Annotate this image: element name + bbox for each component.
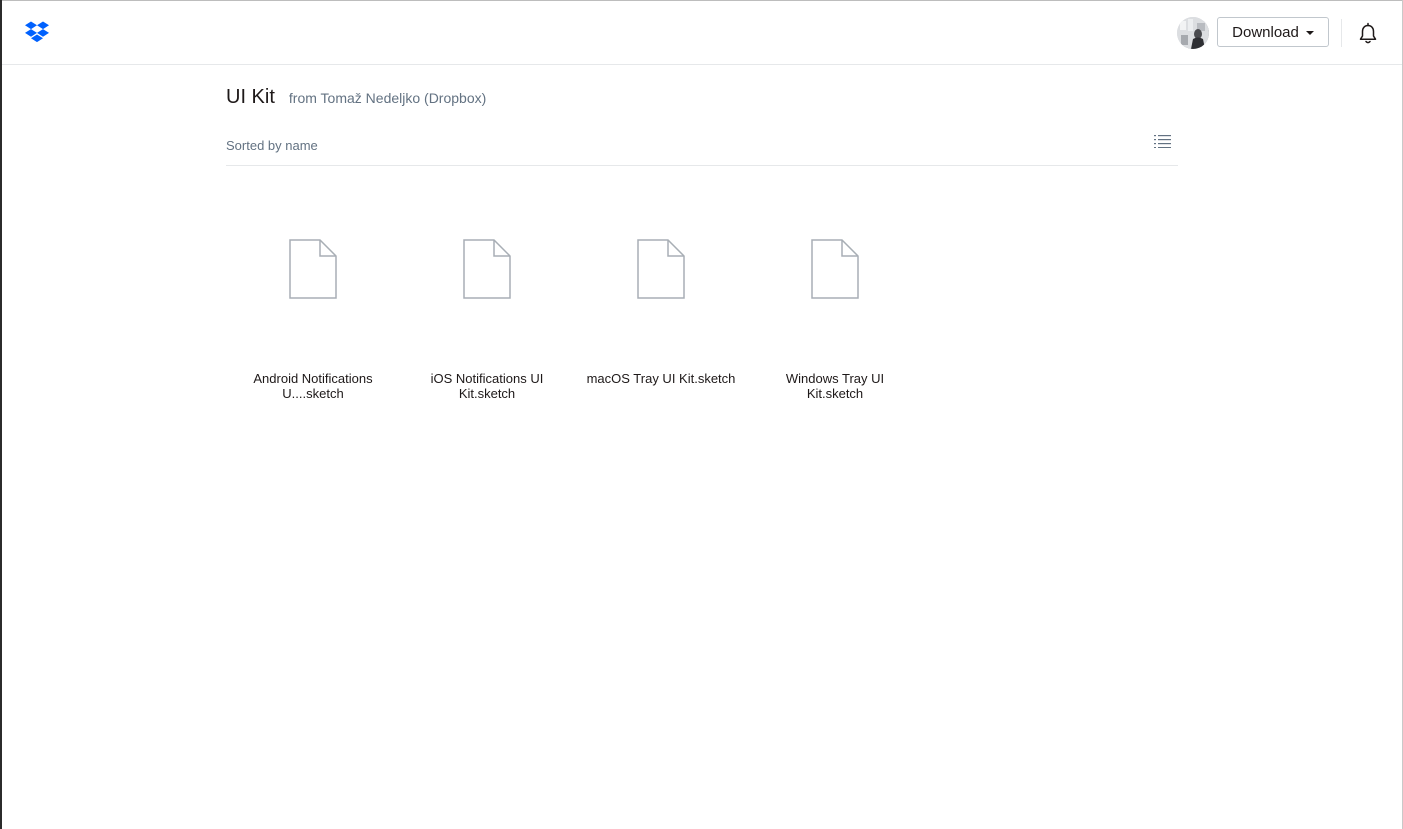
bell-icon[interactable] <box>1357 22 1379 46</box>
folder-owner: from Tomaž Nedeljko (Dropbox) <box>288 90 487 106</box>
folder-header: UI Kit from Tomaž Nedeljko (Dropbox) <box>226 86 486 109</box>
file-name: macOS Tray UI Kit.sketch <box>586 371 736 386</box>
file-tile[interactable]: Android Notifications U....sketch <box>226 238 400 401</box>
file-name: Windows Tray UI Kit.sketch <box>785 371 885 401</box>
file-tile[interactable]: Windows Tray UI Kit.sketch <box>748 238 922 401</box>
file-tile[interactable]: iOS Notifications UI Kit.sketch <box>400 238 574 401</box>
file-icon <box>811 239 859 299</box>
file-name: iOS Notifications UI Kit.sketch <box>430 371 544 401</box>
file-name: Android Notifications U....sketch <box>253 371 373 401</box>
download-button[interactable]: Download <box>1217 17 1329 47</box>
window-border-left <box>0 0 2 829</box>
file-icon <box>463 239 511 299</box>
header-divider <box>1341 19 1342 47</box>
caret-down-icon <box>1305 31 1314 35</box>
file-icon <box>637 239 685 299</box>
sort-label[interactable]: Sorted by name <box>226 138 318 153</box>
page-title: UI Kit <box>226 86 275 108</box>
list-view-icon[interactable] <box>1154 134 1172 148</box>
dropbox-logo-icon[interactable] <box>24 20 50 46</box>
download-button-label: Download <box>1232 23 1299 41</box>
avatar[interactable] <box>1177 17 1209 49</box>
sort-divider <box>226 165 1178 166</box>
file-tile[interactable]: macOS Tray UI Kit.sketch <box>574 238 748 386</box>
file-icon <box>289 239 337 299</box>
top-bar: Download <box>2 1 1402 65</box>
